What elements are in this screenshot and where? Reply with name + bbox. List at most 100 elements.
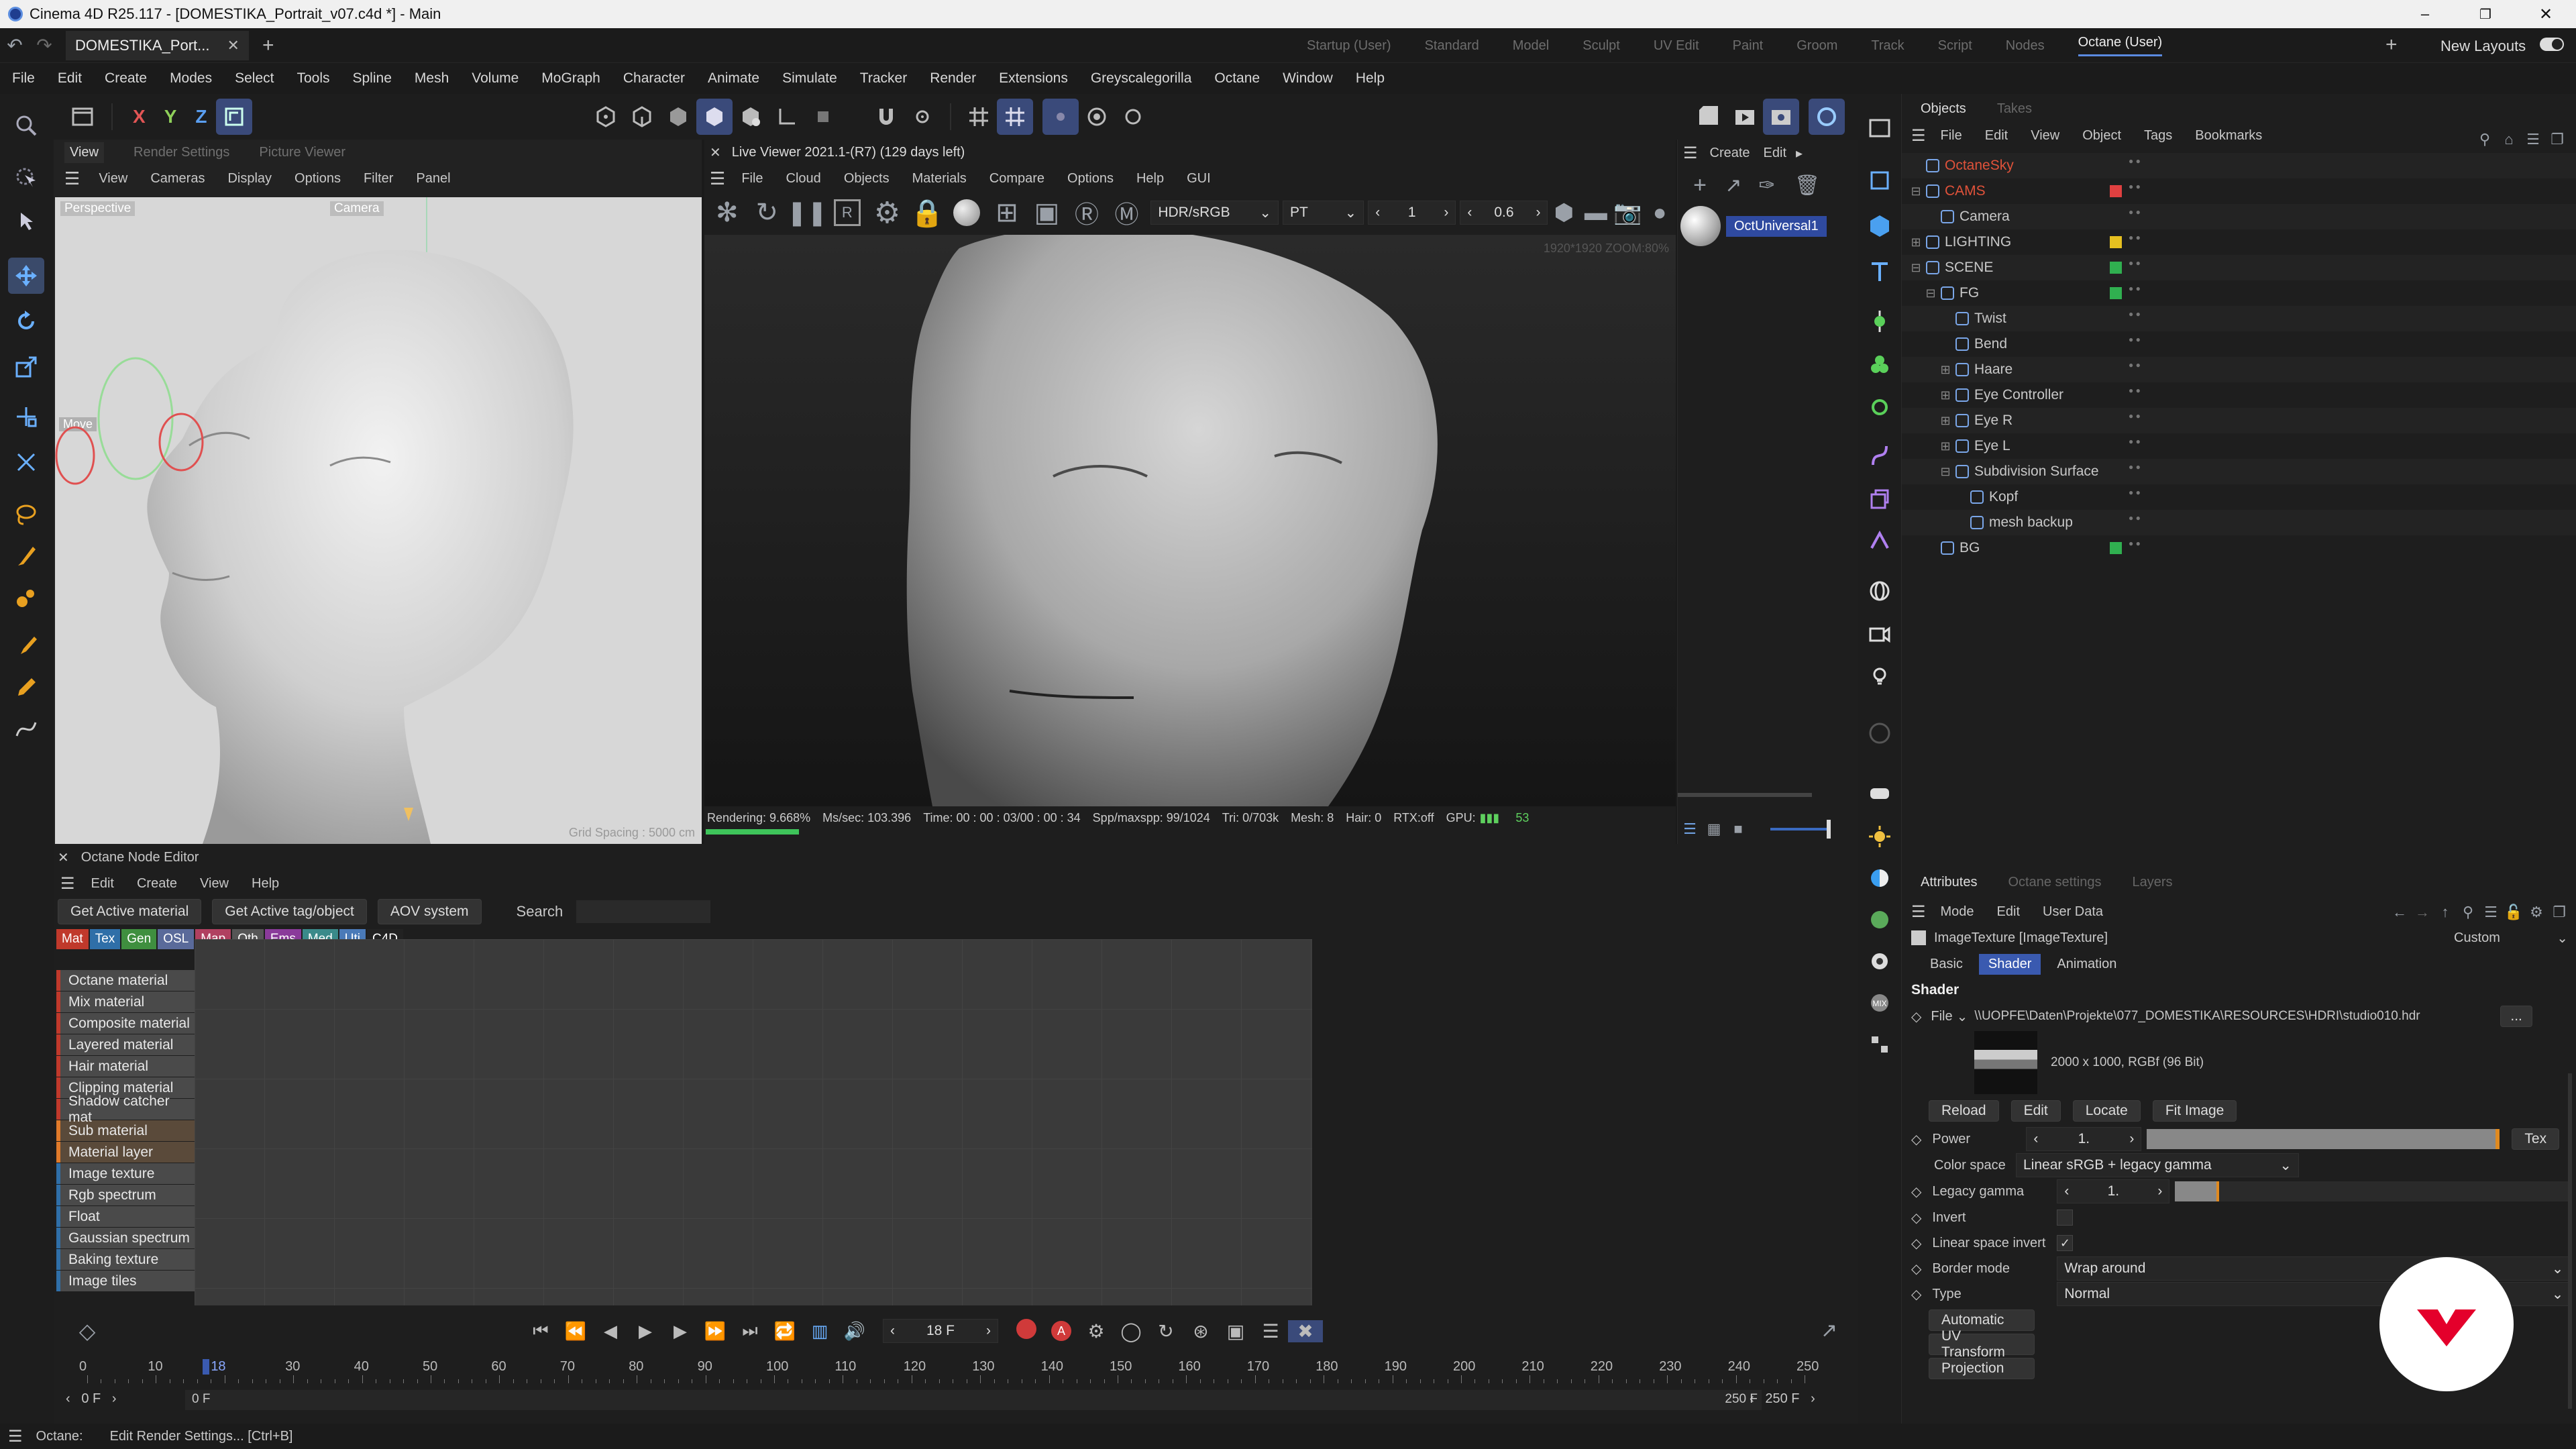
viewport-tab[interactable]: View: [64, 142, 104, 163]
live-viewer-menu-item[interactable]: Options: [1067, 171, 1114, 186]
focus-picker-icon[interactable]: ▣: [1027, 197, 1067, 228]
value-stepper-2[interactable]: ‹ 0.6 ›: [1460, 201, 1548, 225]
power-tex-button[interactable]: Tex: [2512, 1128, 2560, 1150]
restart-render-icon[interactable]: ↻: [747, 197, 788, 228]
deformer-icon[interactable]: [1862, 437, 1898, 474]
object-tree-row[interactable]: ⊟ SCENE ● ●: [1902, 255, 2576, 280]
layer-color-swatch[interactable]: [2110, 262, 2122, 274]
workplane-icon[interactable]: [997, 99, 1034, 135]
node-editor-menu-item[interactable]: Create: [137, 876, 177, 892]
thumbnail-size-slider[interactable]: [1770, 820, 1831, 839]
key-position-icon[interactable]: ◯: [1114, 1320, 1148, 1342]
legacy-gamma-field[interactable]: ‹ 1. ›: [2057, 1179, 2170, 1203]
file-browse-button[interactable]: ...: [2500, 1006, 2532, 1027]
objects-home-icon[interactable]: ⌂: [2497, 131, 2521, 148]
menu-item[interactable]: Animate: [708, 70, 759, 87]
objects-tab[interactable]: Takes: [1997, 101, 2032, 117]
tree-expand-icon[interactable]: ⊞: [1938, 439, 1953, 453]
value-stepper-1[interactable]: ‹ 1 ›: [1368, 201, 1456, 225]
menu-item[interactable]: Octane: [1214, 70, 1260, 87]
layout-tab[interactable]: Script: [1938, 38, 1972, 54]
attributes-scrollbar[interactable]: [2568, 1073, 2572, 1409]
go-to-end-icon[interactable]: ⏭: [733, 1320, 767, 1342]
axis-z-lock[interactable]: Z: [195, 106, 207, 127]
attribute-subtab[interactable]: Animation: [2047, 954, 2126, 975]
tree-expand-icon[interactable]: ⊞: [1938, 388, 1953, 402]
layout-tab[interactable]: Paint: [1733, 38, 1764, 54]
layer-color-swatch[interactable]: [2110, 287, 2122, 299]
node-editor-hamburger-icon[interactable]: ☰: [60, 874, 75, 894]
node-graph-canvas[interactable]: [195, 939, 1312, 1305]
add-layout-icon[interactable]: +: [2385, 34, 2398, 56]
region-icon[interactable]: ▬: [1580, 200, 1612, 226]
move-tool-icon[interactable]: [8, 258, 44, 294]
menu-item[interactable]: Create: [105, 70, 147, 87]
node-library-item[interactable]: Image texture: [56, 1163, 195, 1184]
prev-frame-icon[interactable]: ◀: [593, 1321, 628, 1342]
undo-icon[interactable]: ↶: [0, 34, 30, 56]
playback-rate-icon[interactable]: ▥: [802, 1321, 837, 1342]
render-picture-viewer-icon[interactable]: [1727, 99, 1763, 135]
sound-icon[interactable]: 🔊: [837, 1321, 872, 1342]
layer-color-swatch[interactable]: [2110, 542, 2122, 554]
menu-item[interactable]: MoGraph: [541, 70, 600, 87]
object-tree-row[interactable]: ⊟ FG ● ●: [1902, 280, 2576, 306]
visibility-dots[interactable]: ● ●: [2129, 310, 2141, 318]
snapshot-icon[interactable]: 📷: [1612, 199, 1644, 226]
menu-item[interactable]: Tracker: [860, 70, 907, 87]
attribute-subtab[interactable]: Basic: [1921, 954, 1972, 975]
visibility-dots[interactable]: ● ●: [2129, 463, 2141, 471]
layout-tab[interactable]: Nodes: [2006, 38, 2045, 54]
object-tree-row[interactable]: ⊞ LIGHTING ● ●: [1902, 229, 2576, 255]
axis-tool-icon[interactable]: [8, 444, 44, 480]
attr-lock-icon[interactable]: 🔓: [2502, 904, 2525, 921]
menu-item[interactable]: Spline: [353, 70, 392, 87]
back-arrow-icon[interactable]: ←: [2388, 904, 2411, 921]
objects-maximize-icon[interactable]: ❐: [2545, 131, 2569, 148]
material-create-menu[interactable]: Create: [1710, 146, 1750, 161]
layout-tab[interactable]: Sculpt: [1582, 38, 1620, 54]
object-tree-row[interactable]: ⊞ Eye Controller ● ●: [1902, 382, 2576, 408]
up-arrow-icon[interactable]: ↑: [2434, 904, 2457, 921]
autokey-icon[interactable]: A: [1044, 1321, 1079, 1341]
menu-item[interactable]: Extensions: [999, 70, 1068, 87]
octane-hdri-icon[interactable]: [1862, 860, 1898, 896]
region-render-icon[interactable]: R: [827, 199, 867, 226]
current-frame-field[interactable]: ‹ 18 F ›: [883, 1319, 998, 1343]
visibility-dots[interactable]: ● ●: [2129, 259, 2141, 267]
node-category-tab[interactable]: Mat: [56, 929, 89, 949]
points-mode-icon[interactable]: [588, 99, 624, 135]
viewport-menu-item[interactable]: View: [99, 171, 127, 186]
objects-filter-icon[interactable]: ☰: [2521, 131, 2545, 148]
lv-more-icon[interactable]: ●: [1644, 200, 1676, 226]
image-action-button[interactable]: Edit: [2010, 1100, 2061, 1122]
layout-tab[interactable]: Startup (User): [1307, 38, 1391, 54]
maximize-button[interactable]: ❐: [2455, 0, 2516, 28]
objects-search-icon[interactable]: ⚲: [2473, 131, 2497, 148]
linear-invert-checkbox[interactable]: ✓: [2057, 1235, 2074, 1251]
hamburger-icon[interactable]: ☰: [64, 168, 80, 189]
expand-icon[interactable]: ↗: [1717, 174, 1750, 197]
object-tree-row[interactable]: Bend ● ●: [1902, 331, 2576, 357]
close-window-button[interactable]: ✕: [2516, 0, 2576, 28]
material-picker-icon[interactable]: Ⓜ: [1107, 195, 1147, 230]
tree-expand-icon[interactable]: ⊟: [1923, 286, 1938, 301]
node-library-item[interactable]: Layered material: [56, 1034, 195, 1055]
menu-item[interactable]: Edit: [58, 70, 82, 87]
layer-color-swatch[interactable]: [2110, 236, 2122, 248]
node-library-item[interactable]: Image tiles: [56, 1271, 195, 1291]
lock-icon[interactable]: 🔒: [907, 197, 947, 229]
pen-tool-icon[interactable]: [8, 669, 44, 706]
symmetry-icon[interactable]: [1042, 99, 1079, 135]
object-tree-row[interactable]: ⊟ CAMS ● ●: [1902, 178, 2576, 204]
attributes-tab[interactable]: Octane settings: [2008, 875, 2101, 890]
menu-item[interactable]: Select: [235, 70, 274, 87]
visibility-dots[interactable]: ● ●: [2129, 284, 2141, 292]
get-active-tag-button[interactable]: Get Active tag/object: [212, 899, 367, 924]
live-viewer-hamburger-icon[interactable]: ☰: [710, 168, 725, 189]
next-key-icon[interactable]: ⏩: [698, 1321, 733, 1342]
visibility-dots[interactable]: ● ●: [2129, 157, 2141, 165]
key-pla-icon[interactable]: ☰: [1253, 1320, 1288, 1342]
attributes-menu-item[interactable]: Edit: [1997, 904, 2020, 920]
paint-tool-icon[interactable]: [8, 580, 44, 616]
